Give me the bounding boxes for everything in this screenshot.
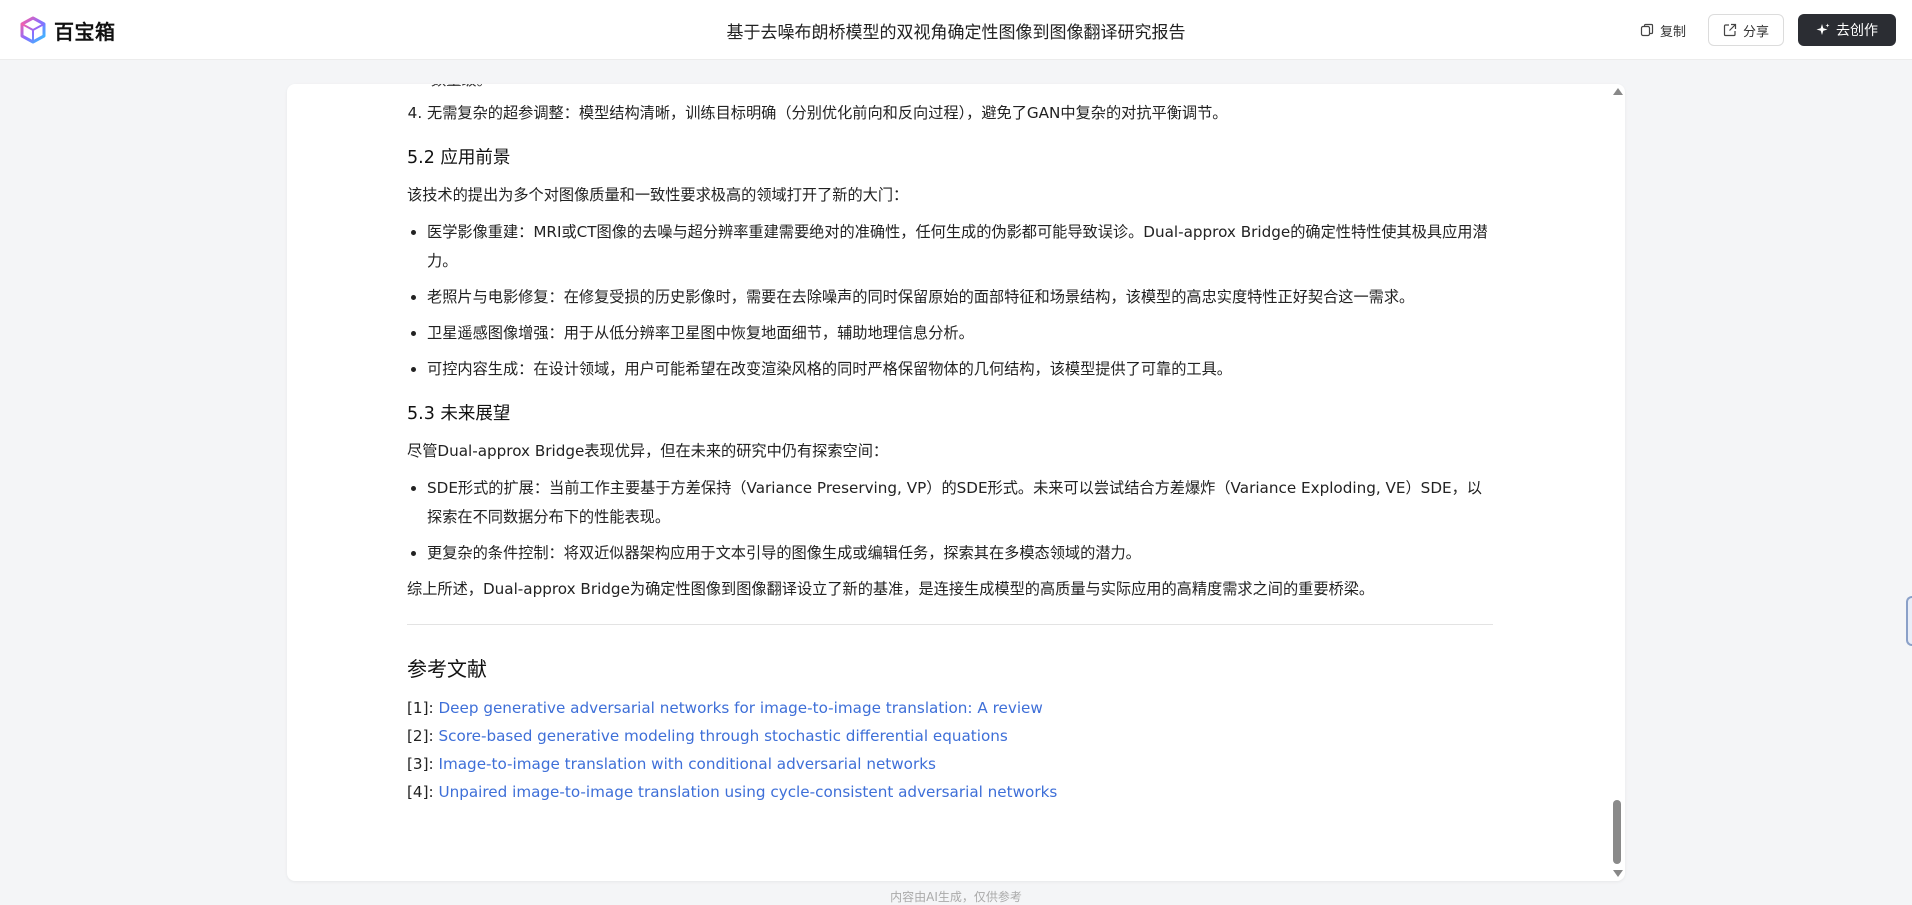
list-item: 可控内容生成：在设计领域，用户可能希望在改变渲染风格的同时严格保留物体的几何结构… — [427, 355, 1493, 384]
section-intro: 该技术的提出为多个对图像质量和一致性要求极高的领域打开了新的大门： — [407, 186, 909, 204]
share-button[interactable]: 分享 — [1707, 14, 1784, 46]
list-item: 卫星遥感图像增强：用于从低分辨率卫星图中恢复地面细节，辅助地理信息分析。 — [427, 319, 1493, 348]
copy-label: 复制 — [1659, 24, 1686, 40]
conclusion-paragraph: 综上所述，Dual-approx Bridge为确定性图像到图像翻译设立了新的基… — [407, 580, 1375, 598]
report-content: 数量级。 无需复杂的超参调整：模型结构清晰，训练目标明确（分别优化前向和反向过程… — [407, 84, 1493, 806]
header-actions: 复制 分享 去创作 — [1632, 14, 1896, 46]
list-item: 老照片与电影修复：在修复受损的历史影像时，需要在去除噪声的同时保留原始的面部特征… — [427, 283, 1493, 312]
references-heading: 参考文献 — [407, 657, 487, 681]
reference-link[interactable]: Image-to-image translation with conditio… — [438, 755, 935, 773]
content-scrollbar[interactable] — [1610, 84, 1624, 881]
divider — [407, 624, 1493, 625]
side-panel-handle[interactable] — [1906, 596, 1912, 646]
copy-icon — [1640, 23, 1654, 37]
outlook-list: SDE形式的扩展：当前工作主要基于方差保持（Variance Preservin… — [407, 474, 1493, 568]
reference-item: [3]: Image-to-image translation with con… — [407, 750, 1493, 778]
sparkle-icon — [1816, 23, 1830, 35]
create-label: 去创作 — [1836, 23, 1878, 39]
reference-item: [1]: Deep generative adversarial network… — [407, 694, 1493, 722]
partial-list-line: 数量级。 — [431, 84, 1493, 95]
applications-list: 医学影像重建：MRI或CT图像的去噪与超分辨率重建需要绝对的准确性，任何生成的伪… — [407, 218, 1493, 384]
reference-link[interactable]: Score-based generative modeling through … — [438, 727, 1007, 745]
reference-link[interactable]: Unpaired image-to-image translation usin… — [438, 783, 1057, 801]
reference-tag: [2]: — [407, 727, 439, 745]
reference-item: [4]: Unpaired image-to-image translation… — [407, 778, 1493, 806]
references-list: [1]: Deep generative adversarial network… — [407, 694, 1493, 806]
ai-disclaimer: 内容由AI生成，仅供参考 — [890, 890, 1022, 904]
share-icon — [1723, 23, 1737, 37]
report-card: 数量级。 无需复杂的超参调整：模型结构清晰，训练目标明确（分别优化前向和反向过程… — [287, 84, 1625, 881]
list-item: 更复杂的条件控制：将双近似器架构应用于文本引导的图像生成或编辑任务，探索其在多模… — [427, 539, 1493, 568]
page-title: 基于去噪布朗桥模型的双视角确定性图像到图像翻译研究报告 — [726, 23, 1186, 43]
reference-item: [2]: Score-based generative modeling thr… — [407, 722, 1493, 750]
share-label: 分享 — [1742, 24, 1769, 40]
scroll-down-arrow-icon[interactable] — [1613, 870, 1623, 877]
reference-tag: [1]: — [407, 699, 439, 717]
list-item: SDE形式的扩展：当前工作主要基于方差保持（Variance Preservin… — [427, 474, 1493, 532]
scrollbar-thumb[interactable] — [1613, 800, 1621, 864]
top-bar: 百宝箱 基于去噪布朗桥模型的双视角确定性图像到图像翻译研究报告 复制 分享 去创… — [0, 0, 1912, 60]
list-item: 医学影像重建：MRI或CT图像的去噪与超分辨率重建需要绝对的准确性，任何生成的伪… — [427, 218, 1493, 276]
section-intro: 尽管Dual-approx Bridge表现优异，但在未来的研究中仍有探索空间： — [407, 442, 889, 460]
reference-link[interactable]: Deep generative adversarial networks for… — [438, 699, 1042, 717]
advantages-list: 无需复杂的超参调整：模型结构清晰，训练目标明确（分别优化前向和反向过程），避免了… — [407, 99, 1493, 128]
section-heading-5-2: 5.2 应用前景 — [407, 148, 511, 168]
section-heading-5-3: 5.3 未来展望 — [407, 404, 511, 424]
scroll-up-arrow-icon[interactable] — [1613, 88, 1623, 95]
list-item: 无需复杂的超参调整：模型结构清晰，训练目标明确（分别优化前向和反向过程），避免了… — [427, 99, 1493, 128]
copy-button[interactable]: 复制 — [1632, 15, 1694, 46]
reference-tag: [4]: — [407, 783, 439, 801]
create-button[interactable]: 去创作 — [1798, 14, 1896, 46]
reference-tag: [3]: — [407, 755, 439, 773]
